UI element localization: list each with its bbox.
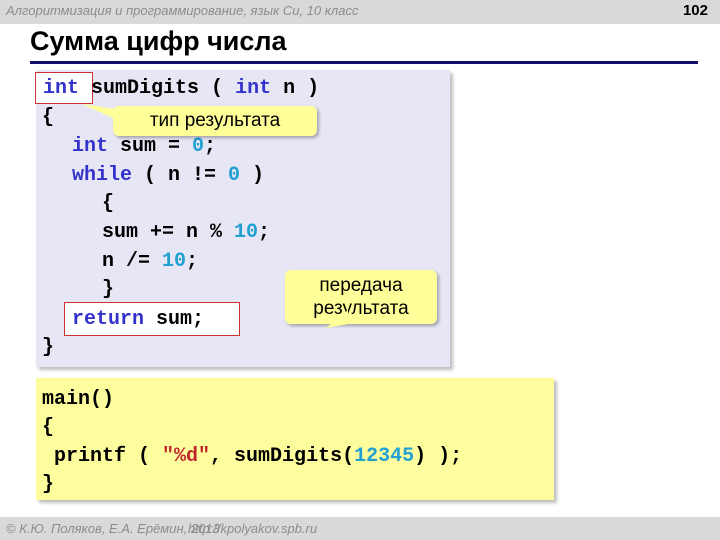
header-bar: Алгоритмизация и программирование, язык … bbox=[0, 0, 720, 24]
footer-bar: © К.Ю. Поляков, Е.А. Ерёмин, 2013 http:/… bbox=[0, 517, 720, 540]
course-title: Алгоритмизация и программирование, язык … bbox=[6, 3, 359, 18]
page-number: 102 bbox=[682, 2, 708, 19]
code-line-3: int sum = 0; bbox=[72, 135, 217, 158]
format-string: "%d" bbox=[162, 445, 211, 468]
return-type-keyword: int bbox=[43, 77, 80, 100]
title-divider bbox=[30, 61, 698, 64]
callout-result-type: тип результата bbox=[113, 106, 317, 136]
slide-title: Сумма цифр числа bbox=[30, 26, 287, 56]
callout-result-type-tail bbox=[82, 104, 122, 122]
main-code-block: main() { printf ( "%d", sumDigits(12345)… bbox=[36, 378, 554, 500]
code-line-1: int sumDigits ( int n ) bbox=[43, 77, 320, 100]
code-line-6: sum += n % 10; bbox=[102, 221, 271, 244]
main-line-4: } bbox=[42, 473, 55, 496]
code-line-8: } bbox=[102, 278, 115, 301]
code-line-7: n /= 10; bbox=[102, 250, 199, 273]
code-line-2: { bbox=[42, 106, 55, 129]
code-line-4: while ( n != 0 ) bbox=[72, 164, 265, 187]
main-line-3: printf ( "%d", sumDigits(12345) ); bbox=[42, 445, 463, 468]
callout-return-value-tail bbox=[326, 310, 348, 328]
code-line-9: return sum; bbox=[72, 308, 205, 331]
main-line-1: main() bbox=[42, 388, 115, 411]
return-keyword: return bbox=[72, 308, 145, 331]
footer-url[interactable]: http://kpolyakov.spb.ru bbox=[188, 521, 317, 536]
main-line-2: { bbox=[42, 416, 55, 439]
code-line-10: } bbox=[42, 336, 55, 359]
code-line-5: { bbox=[102, 192, 115, 215]
